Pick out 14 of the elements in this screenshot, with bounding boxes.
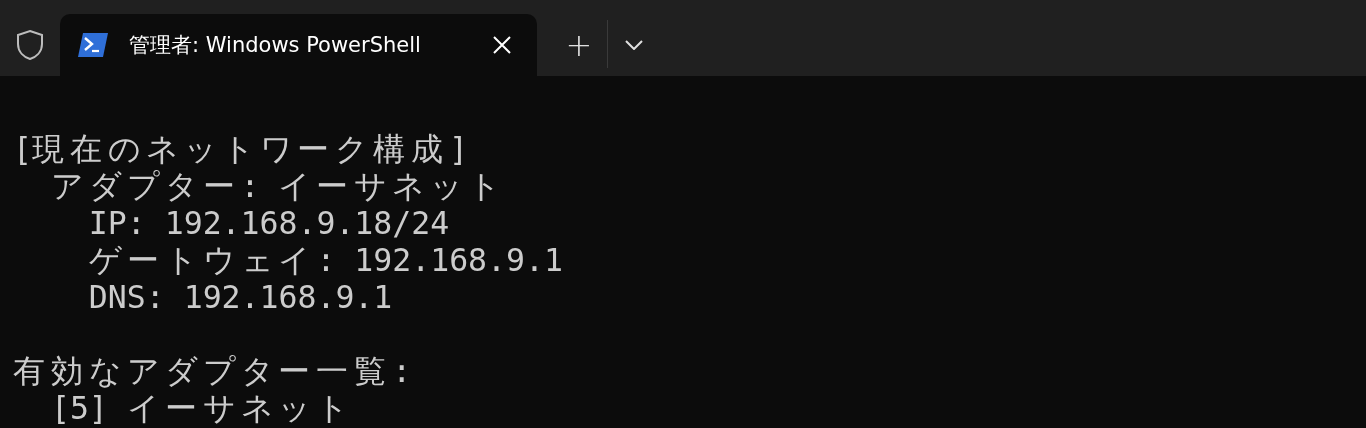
new-tab-button[interactable]: + [551, 22, 607, 68]
terminal-line: ゲートウェイ: 192.168.9.1 [88, 242, 564, 279]
terminal-line: [現在のネットワーク構成] [13, 131, 470, 168]
chevron-down-icon [625, 40, 643, 50]
terminal-line: [5] イーサネット [50, 390, 351, 427]
terminal-line: アダプター: イーサネット [50, 168, 503, 205]
close-icon [493, 36, 511, 54]
terminal-line: DNS: 192.168.9.1 [88, 279, 394, 316]
powershell-icon [77, 32, 109, 58]
terminal-line: IP: 192.168.9.18/24 [88, 205, 451, 242]
terminal-line: 有効なアダプター一覧: [13, 353, 413, 390]
shield-icon[interactable] [16, 29, 44, 61]
tab-title: 管理者: Windows PowerShell [129, 32, 422, 59]
tab[interactable]: 管理者: Windows PowerShell [60, 14, 537, 76]
